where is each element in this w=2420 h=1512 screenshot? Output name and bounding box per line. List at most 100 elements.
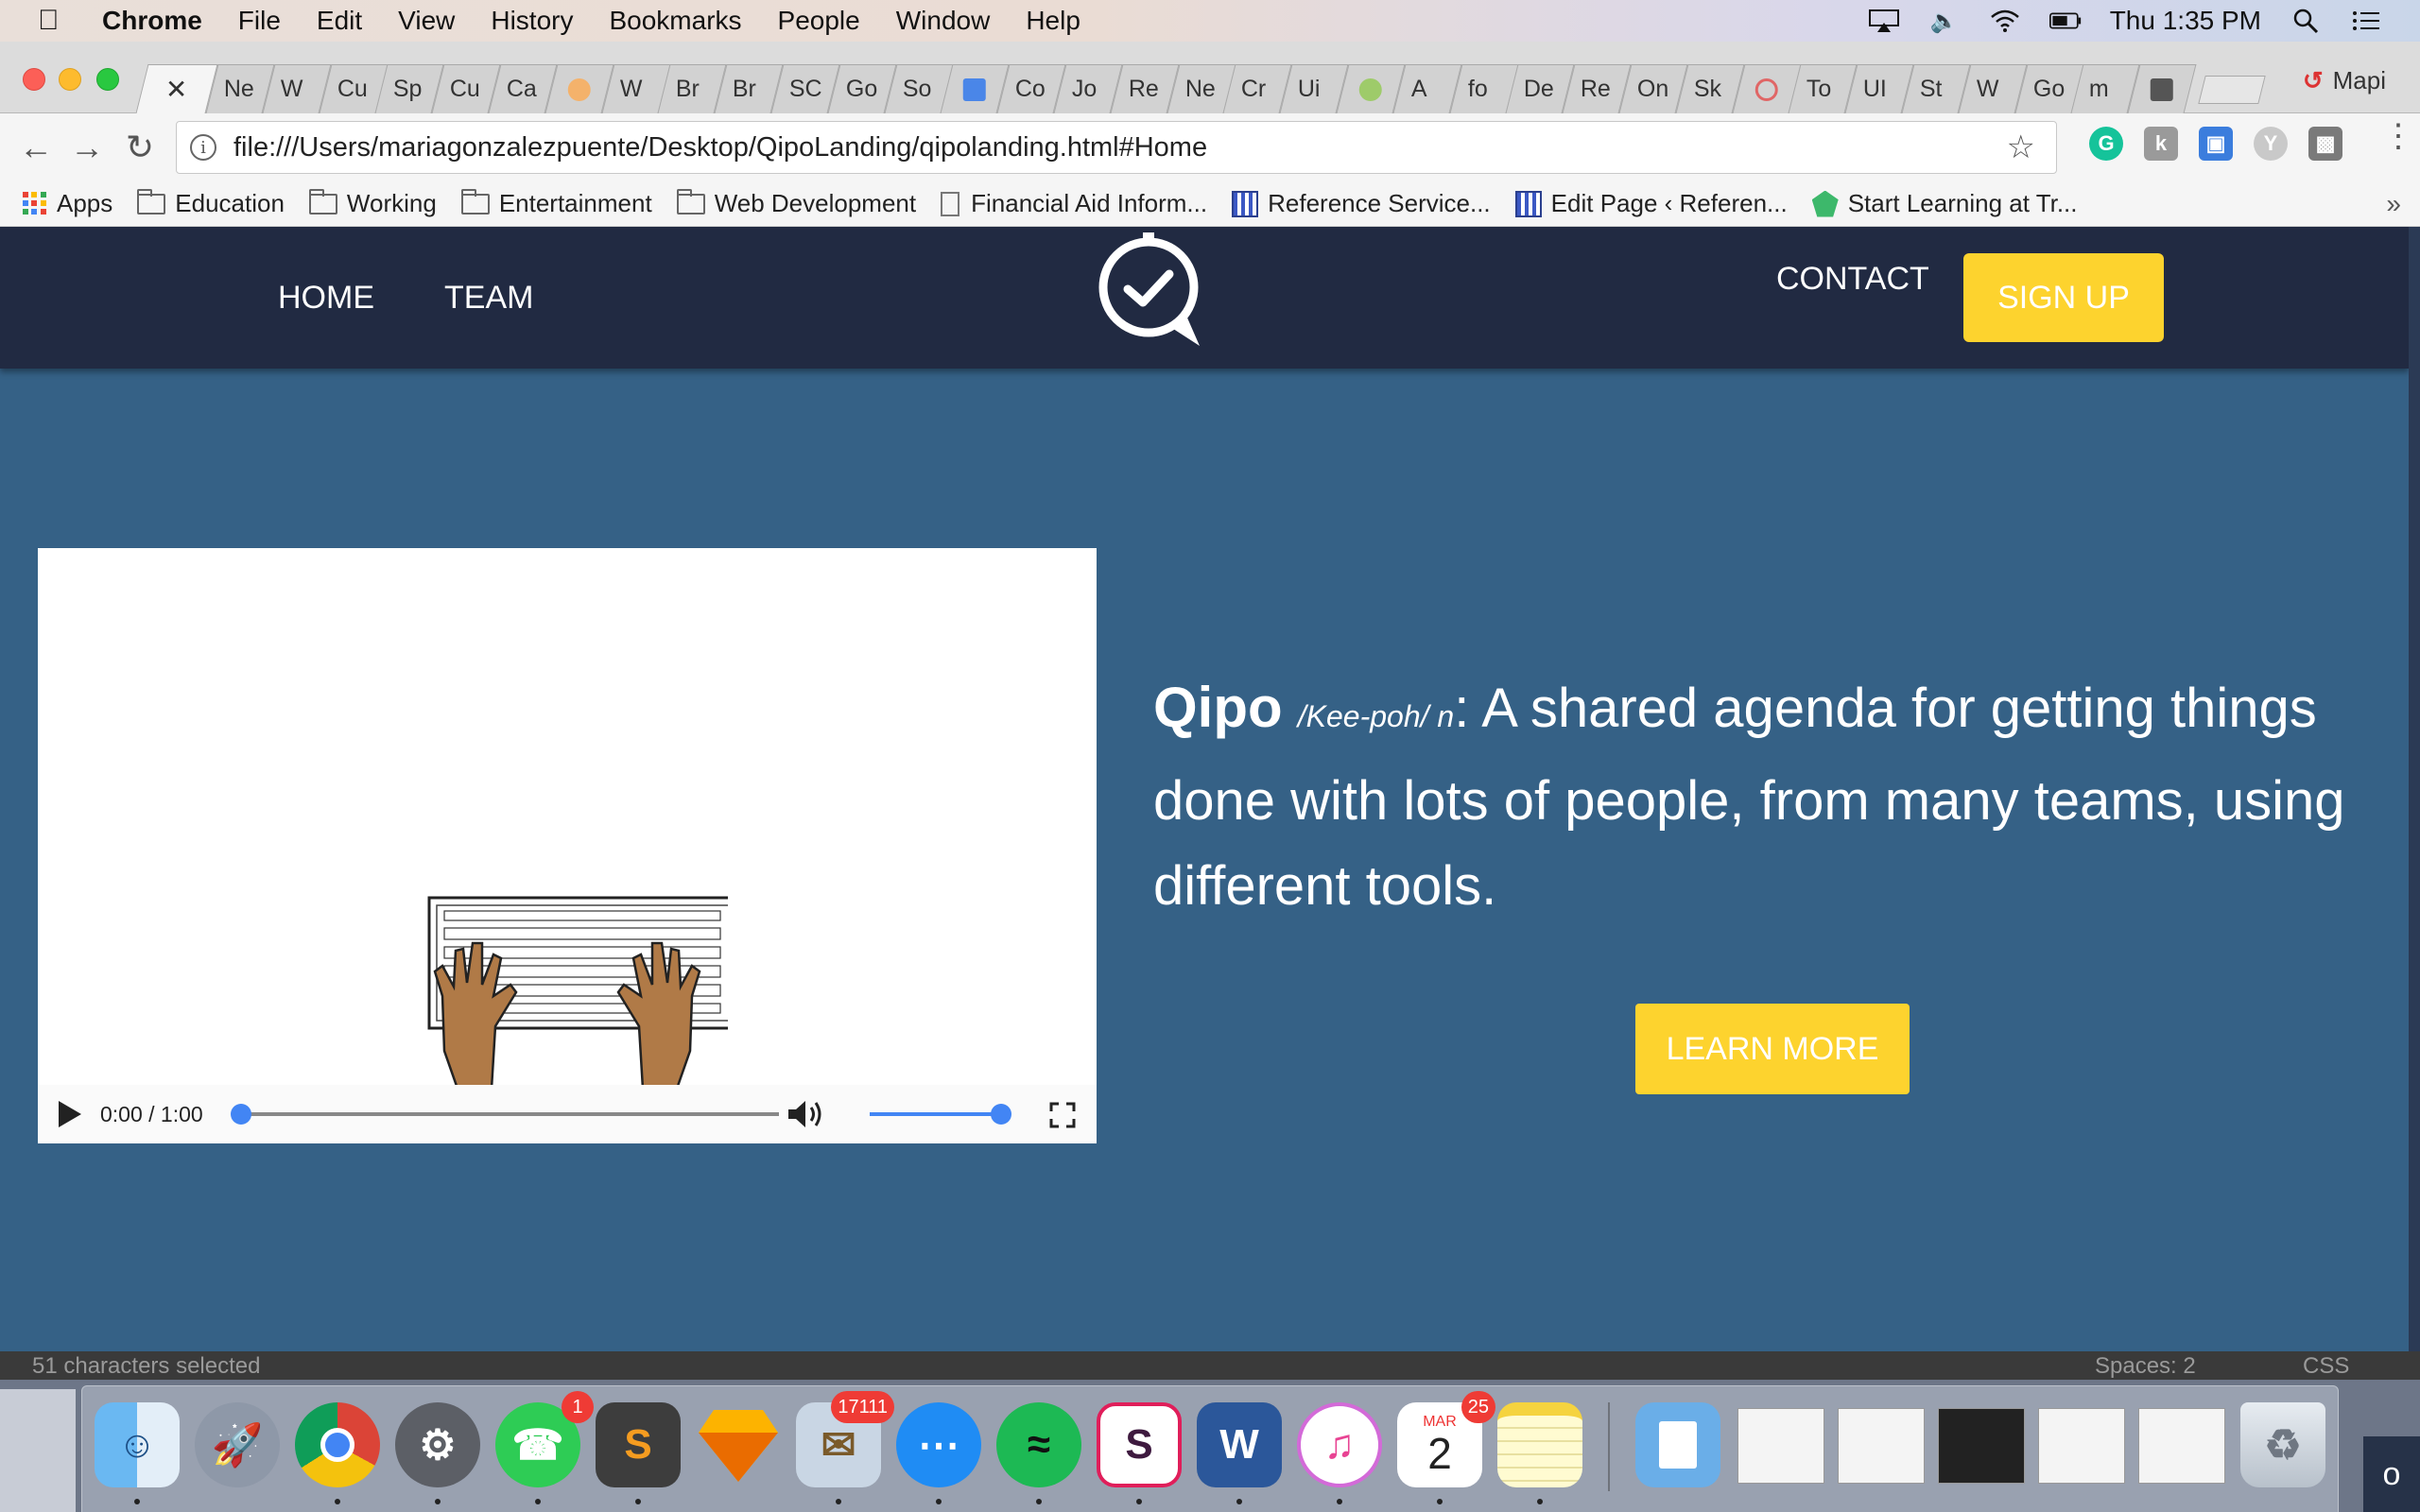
- battery-icon[interactable]: [2048, 9, 2082, 33]
- bookmark-label: Web Development: [714, 189, 917, 217]
- fullscreen-icon[interactable]: [1049, 1102, 1076, 1128]
- messages-icon[interactable]: ⋯: [896, 1402, 981, 1487]
- profile-button[interactable]: ↺ Mapi: [2303, 66, 2386, 95]
- calendar-icon[interactable]: MAR 2 25: [1397, 1391, 1495, 1487]
- address-bar[interactable]: i file:///Users/mariagonzalezpuente/Desk…: [176, 121, 2057, 174]
- whatsapp-icon[interactable]: ☎ 1: [495, 1391, 594, 1487]
- new-tab-button[interactable]: [2198, 76, 2266, 104]
- back-arrow-icon[interactable]: ←: [13, 125, 59, 170]
- video-player[interactable]: 0:00 / 1:00: [38, 548, 1097, 1143]
- running-indicator: [1136, 1499, 1142, 1504]
- menu-window[interactable]: Window: [896, 6, 991, 36]
- bookmark-apps[interactable]: Apps: [23, 189, 112, 218]
- volume-slider[interactable]: [870, 1112, 1004, 1116]
- extension-icon[interactable]: Y: [2254, 127, 2288, 161]
- nav-home-link[interactable]: HOME: [278, 280, 374, 317]
- bookmarks-bar: Apps Education Working Entertainment Web…: [0, 181, 2420, 227]
- qipo-logo-icon[interactable]: [1094, 232, 1207, 353]
- profile-icon: ↺: [2302, 66, 2324, 94]
- tab-active[interactable]: ✕: [135, 64, 218, 113]
- airplay-icon[interactable]: [1868, 9, 1900, 33]
- menu-edit[interactable]: Edit: [317, 6, 362, 36]
- word-icon[interactable]: W: [1197, 1402, 1282, 1487]
- bookmark-edit-page[interactable]: Edit Page ‹ Referen...: [1514, 189, 1788, 218]
- info-icon[interactable]: i: [190, 134, 216, 161]
- trash-icon[interactable]: ♻: [2240, 1402, 2325, 1487]
- minimized-window-thumbnail[interactable]: [2138, 1408, 2225, 1484]
- bookmark-folder-education[interactable]: Education: [137, 188, 285, 218]
- spotify-icon[interactable]: ≈: [996, 1402, 1081, 1487]
- menu-people[interactable]: People: [778, 6, 860, 36]
- bookmark-star-icon[interactable]: ☆: [2007, 129, 2035, 166]
- tab-favicon-icon: [567, 77, 591, 101]
- minimized-window-thumbnail[interactable]: [1737, 1408, 1824, 1484]
- launchpad-icon[interactable]: 🚀: [195, 1402, 280, 1487]
- apple-menu-icon[interactable]: : [0, 5, 60, 37]
- nav-contact-link[interactable]: CONTACT: [1776, 261, 1929, 298]
- video-progress-bar[interactable]: [240, 1112, 779, 1116]
- nav-team-link[interactable]: TEAM: [444, 280, 533, 317]
- bookmark-folder-entertainment[interactable]: Entertainment: [460, 188, 652, 218]
- folder-stack-icon[interactable]: [1635, 1402, 1720, 1487]
- window-maximize-button[interactable]: [96, 68, 119, 91]
- spotlight-icon[interactable]: [2290, 9, 2322, 34]
- notification-center-icon[interactable]: [2350, 9, 2382, 33]
- bookmark-reference-service[interactable]: Reference Service...: [1232, 189, 1491, 218]
- menubar-clock[interactable]: Thu 1:35 PM: [2110, 6, 2261, 36]
- bookmarks-overflow-icon[interactable]: »: [2386, 189, 2401, 219]
- learn-more-button[interactable]: LEARN MORE: [1635, 1004, 1910, 1094]
- volume-knob[interactable]: [991, 1104, 1011, 1125]
- notes-icon[interactable]: [1497, 1402, 1582, 1487]
- extension-icon[interactable]: k: [2144, 127, 2178, 161]
- running-indicator: [1337, 1499, 1342, 1504]
- play-icon[interactable]: [59, 1101, 81, 1127]
- sign-up-button[interactable]: SIGN UP: [1963, 253, 2164, 342]
- slack-icon[interactable]: S: [1097, 1402, 1182, 1487]
- bookmark-financial-aid[interactable]: Financial Aid Inform...: [941, 189, 1207, 218]
- wifi-icon[interactable]: [1989, 9, 2021, 33]
- hero-brand: Qipo: [1153, 676, 1283, 739]
- sketch-icon[interactable]: [696, 1402, 781, 1487]
- close-tab-icon[interactable]: ✕: [165, 74, 187, 105]
- menu-bookmarks[interactable]: Bookmarks: [609, 6, 741, 36]
- menu-history[interactable]: History: [491, 6, 573, 36]
- forward-arrow-icon[interactable]: →: [64, 125, 110, 170]
- macos-menubar:  Chrome File Edit View History Bookmark…: [0, 0, 2420, 42]
- menu-view[interactable]: View: [398, 6, 455, 36]
- video-progress-knob[interactable]: [231, 1104, 251, 1125]
- menu-help[interactable]: Help: [1026, 6, 1080, 36]
- tab[interactable]: [2127, 64, 2197, 113]
- itunes-icon[interactable]: ♫: [1297, 1402, 1382, 1487]
- reload-icon[interactable]: ↻: [117, 125, 163, 170]
- volume-icon[interactable]: 🔈: [1928, 9, 1961, 34]
- calendar-day: 2: [1427, 1429, 1452, 1478]
- window-minimize-button[interactable]: [59, 68, 81, 91]
- extension-icon[interactable]: ▩: [2308, 127, 2342, 161]
- bookmark-start-learning[interactable]: Start Learning at Tr...: [1811, 189, 2078, 218]
- editor-syntax-status[interactable]: CSS: [2303, 1353, 2349, 1380]
- chrome-menu-icon[interactable]: ⋮: [2382, 120, 2414, 152]
- mail-icon[interactable]: ✉ 17111: [796, 1391, 894, 1487]
- finder-icon[interactable]: ☺: [95, 1402, 180, 1487]
- grammarly-extension-icon[interactable]: G: [2089, 127, 2123, 161]
- window-close-button[interactable]: [23, 68, 45, 91]
- menu-app-name[interactable]: Chrome: [102, 6, 202, 36]
- running-indicator: [635, 1499, 641, 1504]
- editor-indent-status[interactable]: Spaces: 2: [2095, 1353, 2196, 1380]
- menu-file[interactable]: File: [238, 6, 281, 36]
- bookmark-folder-web-development[interactable]: Web Development: [676, 188, 917, 218]
- system-preferences-icon[interactable]: ⚙: [395, 1402, 480, 1487]
- bookmark-label: Education: [175, 189, 285, 217]
- bookmark-folder-working[interactable]: Working: [308, 188, 437, 218]
- minimized-window-thumbnail[interactable]: [2038, 1408, 2125, 1484]
- volume-icon[interactable]: [786, 1098, 824, 1130]
- extension-icon[interactable]: ▣: [2199, 127, 2233, 161]
- sublime-text-icon[interactable]: S: [596, 1402, 681, 1487]
- url-text[interactable]: file:///Users/mariagonzalezpuente/Deskto…: [233, 132, 1207, 163]
- tab-favicon-icon: [2150, 77, 2173, 101]
- running-indicator: [134, 1499, 140, 1504]
- minimized-window-thumbnail[interactable]: [1938, 1408, 2025, 1484]
- google-docs-icon: [963, 77, 987, 101]
- chrome-icon[interactable]: [295, 1402, 380, 1487]
- minimized-window-thumbnail[interactable]: [1838, 1408, 1925, 1484]
